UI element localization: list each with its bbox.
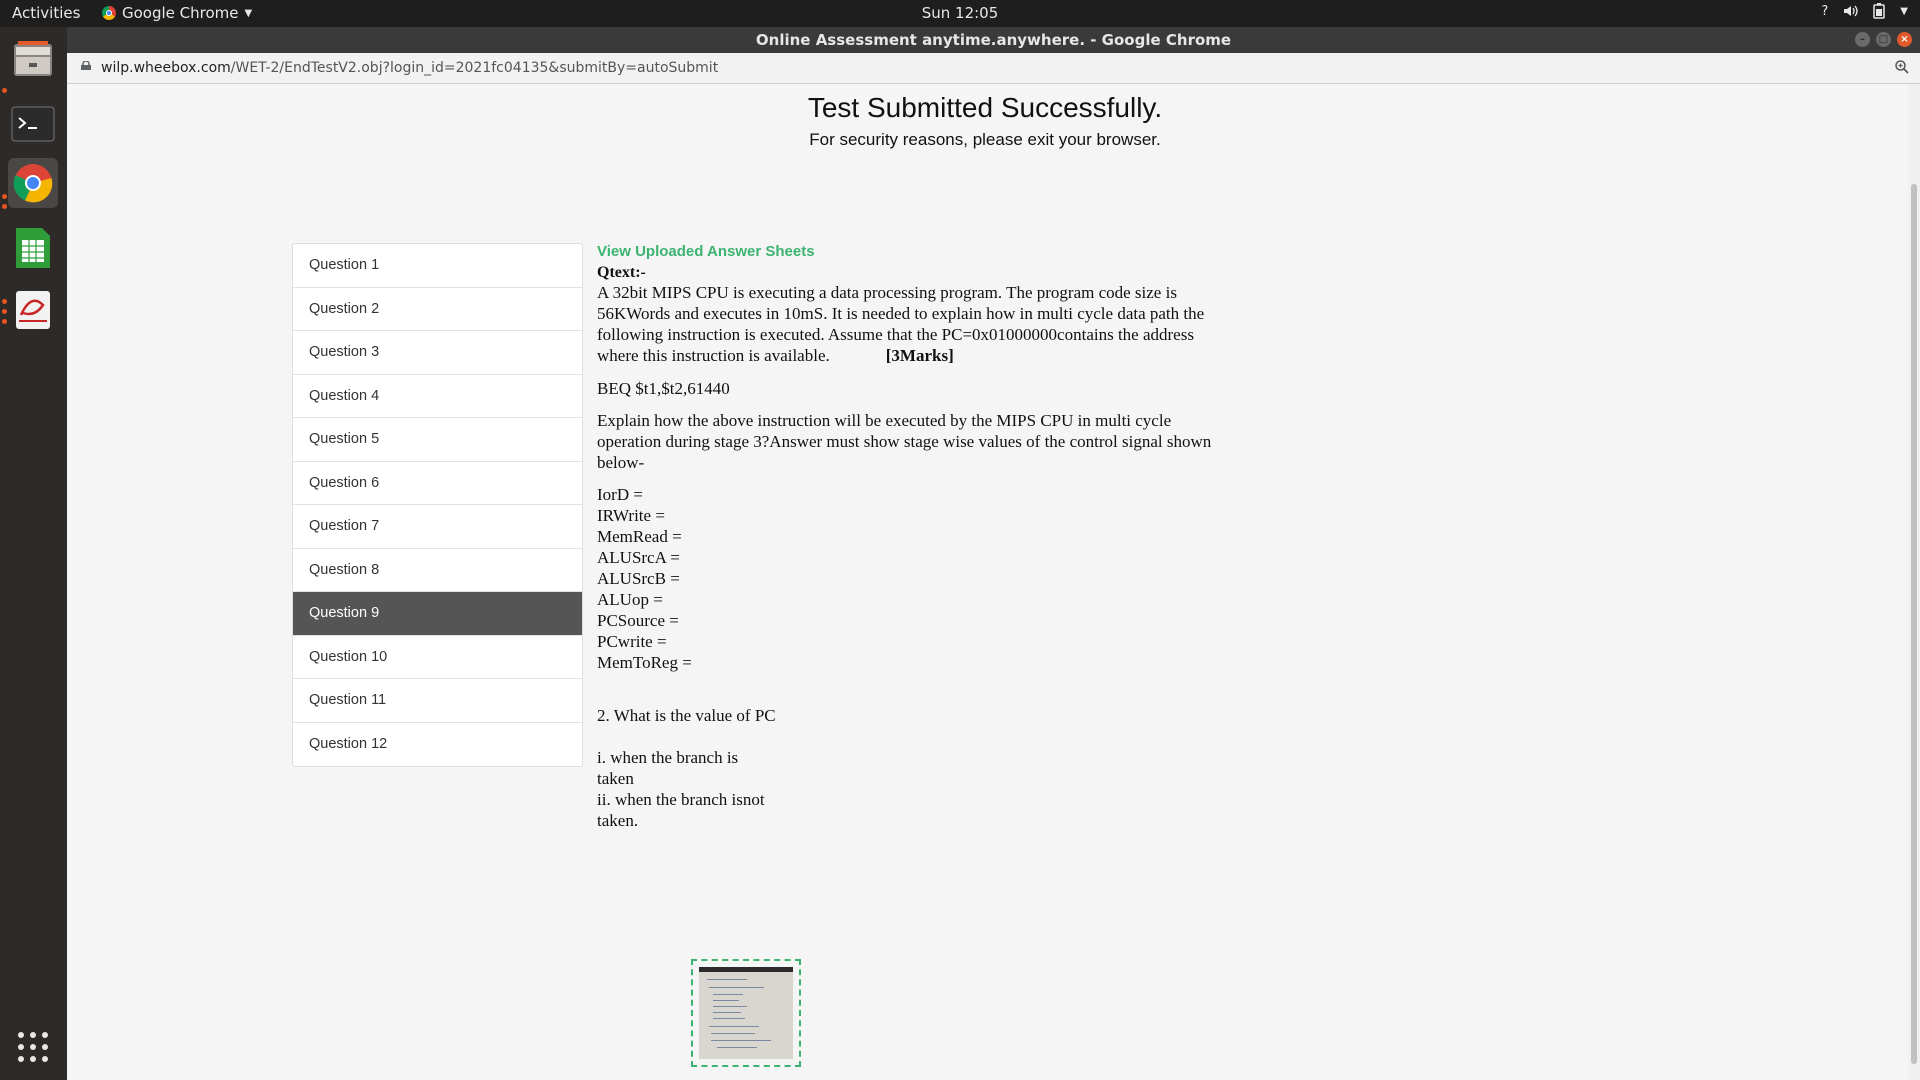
control-signals-list: IorD = IRWrite = MemRead = ALUSrcA = ALUSrcB… xyxy=(597,484,1237,673)
security-notice: For security reasons, please exit your b… xyxy=(809,130,1161,149)
battery-icon[interactable] xyxy=(1872,3,1886,19)
control-signal-line: ALUSrcA = xyxy=(597,548,680,567)
app-menu-label: Google Chrome xyxy=(122,4,239,22)
instruction-text: BEQ $t1,$t2,61440 xyxy=(597,379,730,398)
question-list: Question 1 Question 2 Question 3 Question 4… xyxy=(292,243,583,767)
q2-text: 2. What is the value of PC xyxy=(597,706,776,725)
volume-icon[interactable] xyxy=(1842,3,1858,19)
question-nav-item[interactable]: Question 4 xyxy=(293,375,582,418)
question-nav-item[interactable]: Question 7 xyxy=(293,505,582,549)
qtext-label: Qtext:- xyxy=(597,264,646,281)
spreadsheet-icon xyxy=(16,228,50,268)
question-nav-item[interactable]: Question 5 xyxy=(293,418,582,462)
clock[interactable]: Sun 12:05 xyxy=(922,4,999,22)
minimize-button[interactable]: – xyxy=(1855,32,1870,47)
files-dock-item[interactable] xyxy=(8,34,58,84)
running-indicator xyxy=(2,299,7,304)
question-nav-item[interactable]: Question 12 xyxy=(293,723,582,767)
answer-sheet-thumbnail[interactable] xyxy=(691,959,801,1067)
question-intro: A 32bit MIPS CPU is executing a data pro… xyxy=(597,282,1237,366)
page-scrollbar[interactable] xyxy=(1908,84,1920,1080)
question-panel: View Uploaded Answer Sheets Qtext:- A 32… xyxy=(597,243,1237,831)
view-answer-sheets-link[interactable]: View Uploaded Answer Sheets xyxy=(597,243,1237,260)
app-menu[interactable]: Google Chrome ▼ xyxy=(102,4,252,22)
q2-ii-line1: ii. when the branch isnot xyxy=(597,790,765,809)
window-title: Online Assessment anytime.anywhere. - Go… xyxy=(755,31,1232,49)
url-text[interactable]: wilp.wheebox.com/WET-2/EndTestV2.obj?log… xyxy=(101,60,718,76)
q2-i-line1: i. when the branch is xyxy=(597,748,739,767)
activities-button[interactable]: Activities xyxy=(12,4,80,22)
answer-sheet-image xyxy=(699,967,793,1059)
terminal-dock-item[interactable] xyxy=(8,99,58,149)
app-grid-dock-item[interactable] xyxy=(8,1022,58,1072)
control-signal-line: IorD = xyxy=(597,485,643,504)
chevron-down-icon: ▼ xyxy=(244,7,253,19)
question-nav-item[interactable]: Question 6 xyxy=(293,462,582,505)
spreadsheet-dock-item[interactable] xyxy=(8,223,58,273)
running-indicator xyxy=(2,309,7,314)
terminal-icon xyxy=(11,106,55,142)
page-title: Test Submitted Successfully. xyxy=(807,92,1163,123)
q2-i-line2: taken xyxy=(597,769,634,788)
explain-text: Explain how the above instruction will b… xyxy=(597,411,1212,472)
control-signal-line: PCSource = xyxy=(597,611,679,630)
control-signal-line: PCwrite = xyxy=(597,632,667,651)
marks-label: [3Marks] xyxy=(885,346,954,365)
control-signal-line: MemToReg = xyxy=(597,653,692,672)
chrome-dock-item[interactable] xyxy=(8,158,58,208)
dock xyxy=(0,27,67,1080)
question-nav-item[interactable]: Question 8 xyxy=(293,549,582,592)
scrollbar-thumb[interactable] xyxy=(1911,184,1917,1064)
app-grid-icon xyxy=(18,1032,48,1062)
lock-icon[interactable] xyxy=(81,61,91,70)
question-nav-item[interactable]: Question 11 xyxy=(293,679,582,723)
running-indicator xyxy=(2,204,7,209)
url-host: wilp.wheebox.com xyxy=(101,60,231,76)
question-nav-item[interactable]: Question 2 xyxy=(293,288,582,331)
system-tray[interactable]: ? ▼ xyxy=(1821,3,1908,19)
document-viewer-dock-item[interactable] xyxy=(8,285,58,335)
url-path: /WET-2/EndTestV2.obj?login_id=2021fc0413… xyxy=(230,60,719,76)
running-indicator xyxy=(2,88,7,93)
close-button[interactable]: × xyxy=(1897,32,1912,47)
question-nav-item[interactable]: Question 10 xyxy=(293,636,582,679)
system-top-bar: Activities Google Chrome ▼ Sun 12:05 ? ▼ xyxy=(0,0,1920,27)
zoom-icon[interactable] xyxy=(1894,59,1910,75)
system-menu-chevron-icon[interactable]: ▼ xyxy=(1900,6,1908,17)
address-bar[interactable]: wilp.wheebox.com/WET-2/EndTestV2.obj?log… xyxy=(67,53,1920,84)
control-signal-line: IRWrite = xyxy=(597,506,665,525)
chrome-icon xyxy=(102,6,116,20)
control-signal-line: ALUSrcB = xyxy=(597,569,680,588)
q2-ii-line2: taken. xyxy=(597,811,639,830)
files-icon xyxy=(14,41,52,76)
control-signal-line: ALUop = xyxy=(597,590,663,609)
running-indicator xyxy=(2,194,7,199)
chrome-icon xyxy=(13,164,53,203)
maximize-button[interactable]: □ xyxy=(1876,32,1891,47)
question-nav-item[interactable]: Question 3 xyxy=(293,331,582,375)
document-viewer-icon xyxy=(16,291,50,329)
question-nav-item[interactable]: Question 1 xyxy=(293,244,582,288)
control-signal-line: MemRead = xyxy=(597,527,682,546)
running-indicator xyxy=(2,319,7,324)
submission-heading: Test Submitted Successfully. For securit… xyxy=(745,92,1225,150)
help-icon[interactable]: ? xyxy=(1821,4,1828,19)
browser-title-bar: Online Assessment anytime.anywhere. - Go… xyxy=(67,27,1920,53)
question-nav-item[interactable]: Question 9 xyxy=(293,592,582,636)
